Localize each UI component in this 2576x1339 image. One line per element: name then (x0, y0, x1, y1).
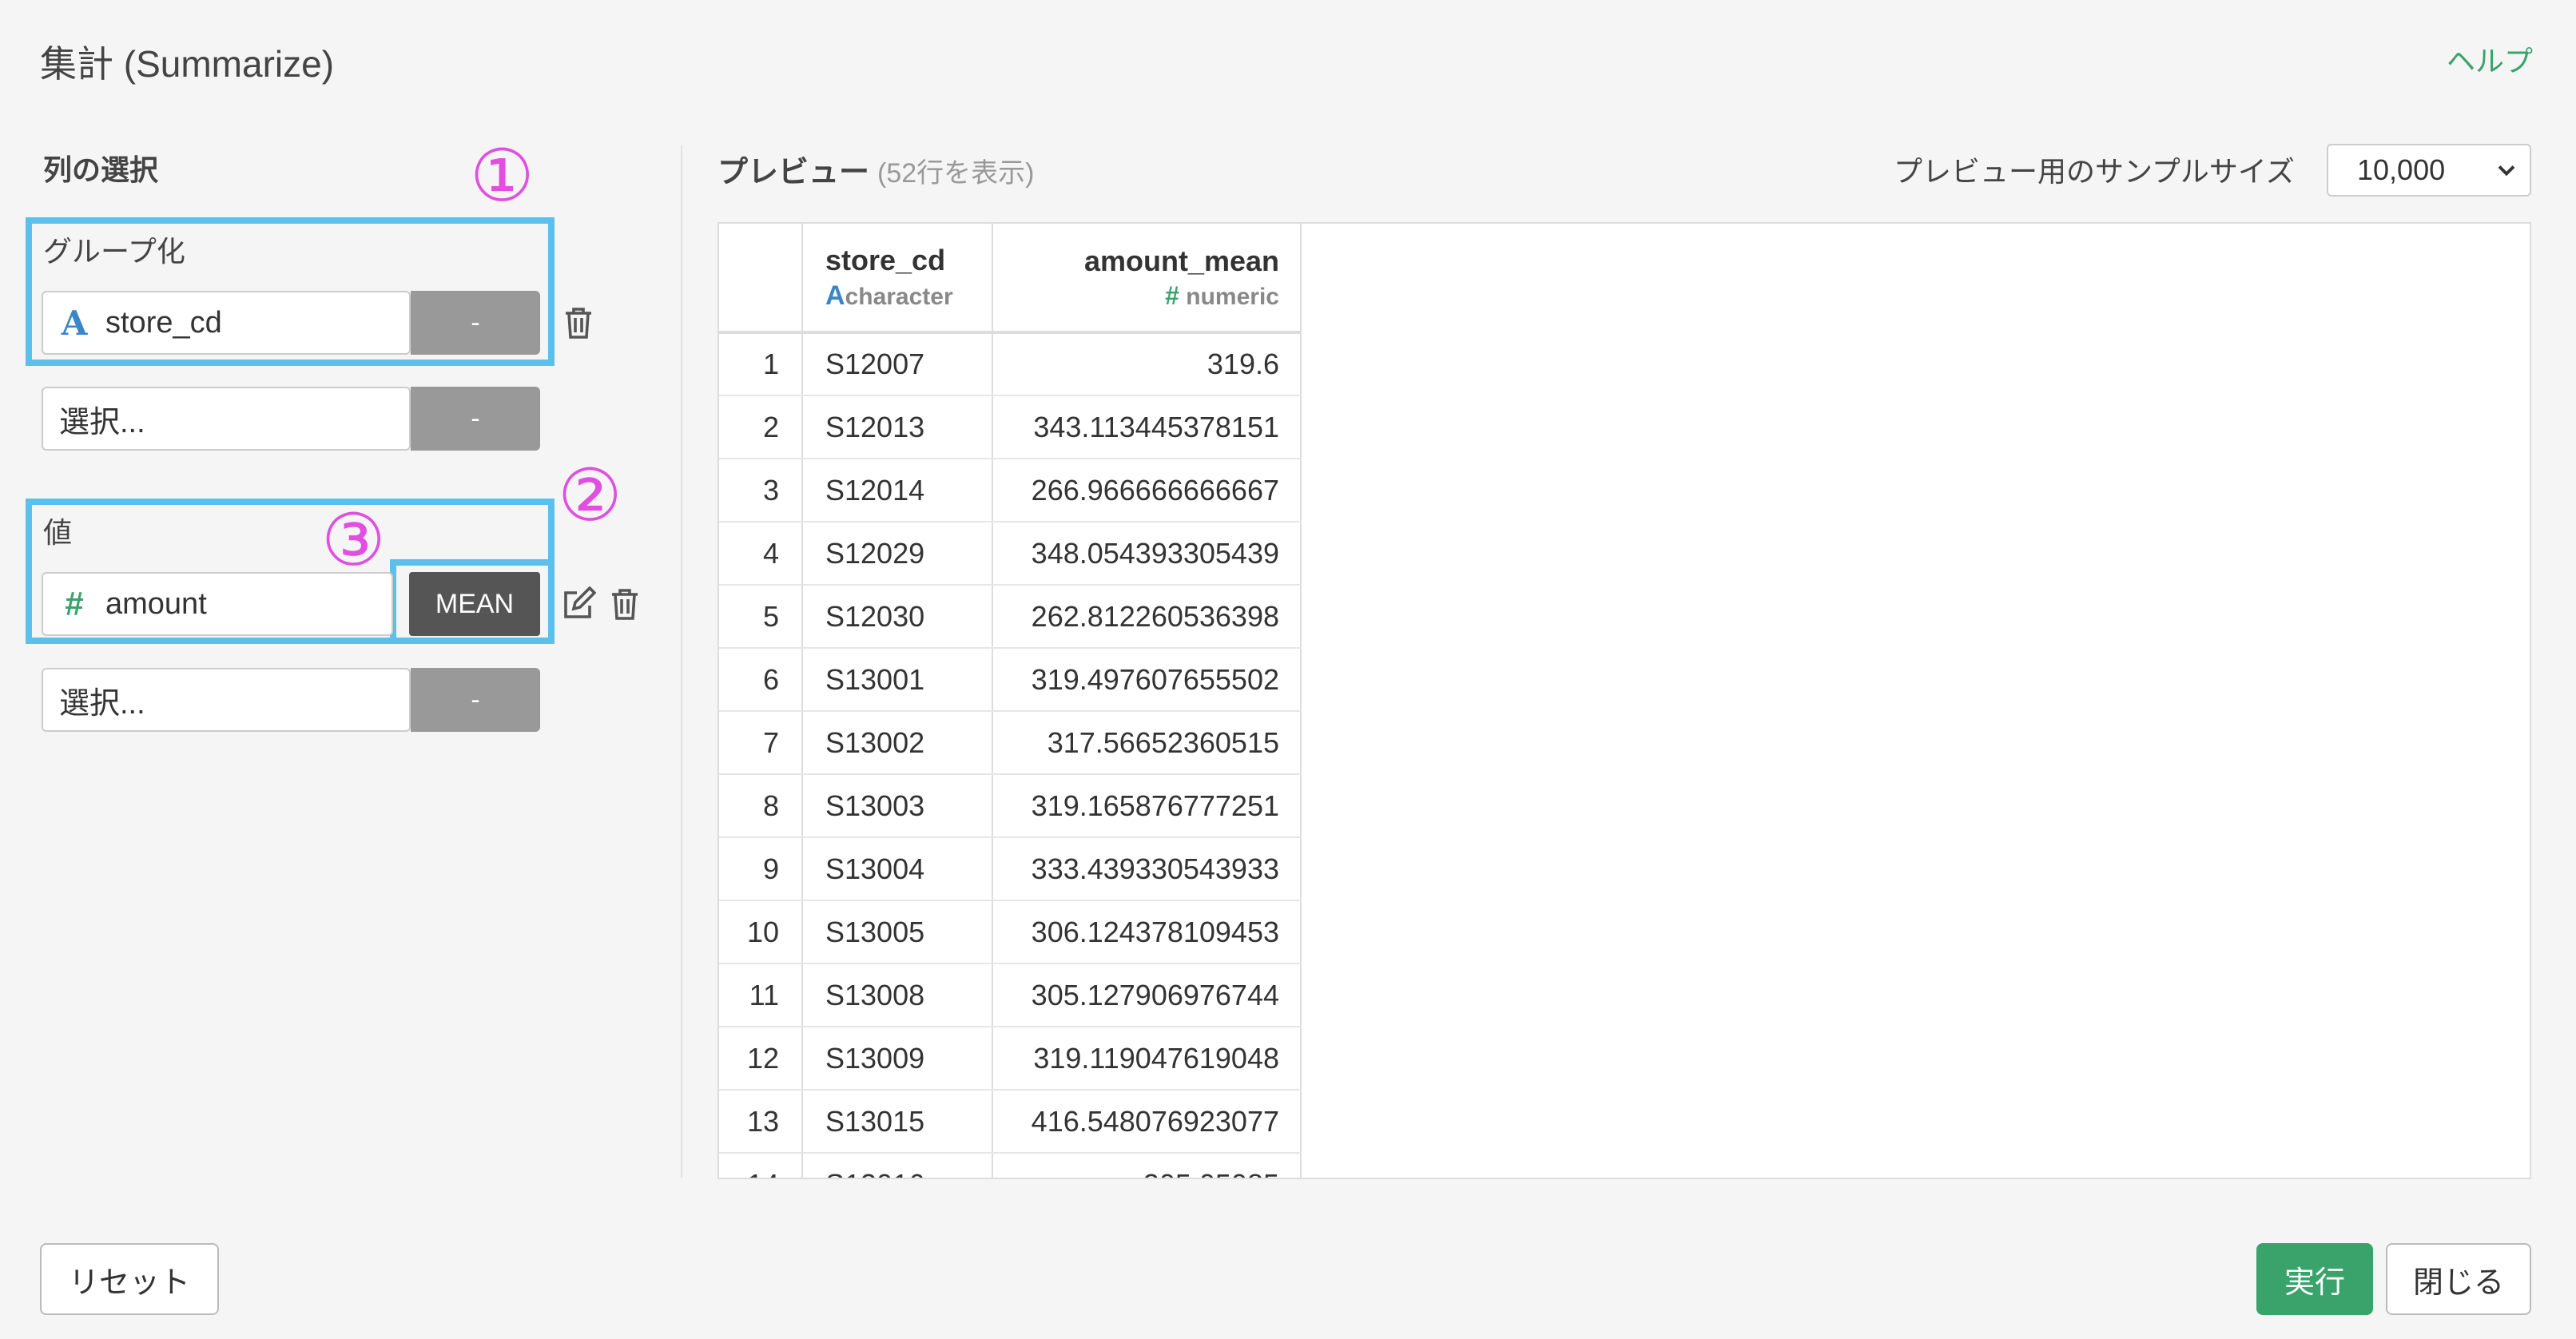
preview-grid: store_cd Acharacter amount_mean # numeri… (718, 222, 2531, 1179)
annotation-1: ① (470, 134, 535, 218)
row-index-cell: 8 (719, 774, 803, 838)
group-select-field[interactable]: 選択... (42, 387, 411, 451)
panel-divider (681, 145, 682, 1178)
numeric-type-icon: # (1165, 280, 1179, 310)
values-empty-agg-button[interactable]: - (411, 668, 540, 732)
column-header-amount-mean[interactable]: amount_mean # numeric (992, 224, 1302, 334)
amount-mean-cell: 306.124378109453 (992, 900, 1302, 964)
group-column-field[interactable]: A store_cd (42, 291, 411, 355)
sample-size-value: 10,000 (2357, 153, 2446, 186)
amount-mean-cell: 317.56652360515 (992, 711, 1302, 775)
group-agg-button[interactable]: - (411, 291, 540, 355)
trash-icon[interactable] (609, 586, 641, 622)
amount-mean-cell: 343.113445378151 (992, 395, 1302, 459)
values-select-placeholder: 選択... (59, 686, 145, 721)
table-row: 13 S13015 416.548076923077 (719, 1090, 1302, 1154)
table-row: 6 S13001 319.497607655502 (719, 648, 1302, 712)
amount-mean-cell: 319.6 (992, 332, 1302, 396)
store-cd-cell: S12014 (802, 459, 993, 522)
row-index-cell: 6 (719, 648, 803, 712)
character-type-icon: A (61, 303, 88, 343)
store-cd-cell: S13002 (802, 711, 993, 775)
sample-size-select[interactable]: 10,000 (2327, 144, 2531, 197)
close-button[interactable]: 閉じる (2386, 1243, 2531, 1315)
column-selection-title: 列の選択 (43, 153, 159, 186)
row-index-cell: 13 (719, 1090, 803, 1154)
reset-button[interactable]: リセット (40, 1243, 219, 1315)
amount-mean-cell: 319.165876777251 (992, 774, 1302, 838)
row-index-cell: 4 (719, 522, 803, 586)
store-cd-cell: S12007 (802, 332, 993, 396)
preview-table: store_cd Acharacter amount_mean # numeri… (719, 224, 1302, 1178)
group-empty-agg-button[interactable]: - (411, 387, 540, 451)
row-index-cell: 14 (719, 1153, 803, 1178)
store-cd-cell: S12030 (802, 585, 993, 649)
character-type-icon: A (825, 280, 845, 311)
help-link[interactable]: ヘルプ (2447, 38, 2533, 80)
table-row: 8 S13003 319.165876777251 (719, 774, 1302, 838)
dialog-title: 集計 (Summarize) (40, 43, 335, 85)
table-row: 5 S12030 262.812260536398 (719, 585, 1302, 649)
store-cd-cell: S13004 (802, 837, 993, 901)
store-cd-cell: S13009 (802, 1027, 993, 1091)
preview-title: プレビュー (52行を表示) (718, 156, 1035, 189)
row-index-cell: 11 (719, 964, 803, 1027)
amount-mean-cell: 305.05085 (992, 1153, 1302, 1178)
table-row: 12 S13009 319.119047619048 (719, 1027, 1302, 1091)
amount-mean-cell: 348.054393305439 (992, 522, 1302, 586)
table-row: 3 S12014 266.966666666667 (719, 459, 1302, 522)
row-index-cell: 1 (719, 332, 803, 396)
row-index-cell: 7 (719, 711, 803, 775)
store-cd-cell: S13008 (802, 964, 993, 1027)
edit-icon[interactable] (561, 586, 596, 622)
mean-agg-button[interactable]: MEAN (409, 572, 540, 636)
table-row: 7 S13002 317.56652360515 (719, 711, 1302, 775)
table-row: 1 S12007 319.6 (719, 332, 1302, 396)
numeric-type-icon: # (65, 585, 84, 622)
group-label: グループ化 (43, 235, 185, 268)
row-index-header (719, 224, 803, 334)
column-header-store-cd[interactable]: store_cd Acharacter (802, 224, 993, 334)
amount-mean-cell: 333.439330543933 (992, 837, 1302, 901)
table-row: 9 S13004 333.439330543933 (719, 837, 1302, 901)
row-index-cell: 12 (719, 1027, 803, 1091)
row-index-cell: 9 (719, 837, 803, 901)
values-column-name: amount (105, 586, 207, 621)
annotation-2: ② (558, 454, 622, 538)
table-row: 14S13016305.05085 (719, 1153, 1302, 1178)
group-select-placeholder: 選択... (59, 405, 145, 439)
table-row: 10 S13005 306.124378109453 (719, 900, 1302, 964)
amount-mean-cell: 416.548076923077 (992, 1090, 1302, 1154)
amount-mean-cell: 305.127906976744 (992, 964, 1302, 1027)
values-column-field[interactable]: # amount (42, 572, 393, 636)
store-cd-cell: S12029 (802, 522, 993, 586)
amount-mean-cell: 266.966666666667 (992, 459, 1302, 522)
store-cd-cell: S13016 (802, 1153, 993, 1178)
table-row: 4 S12029 348.054393305439 (719, 522, 1302, 586)
amount-mean-cell: 319.119047619048 (992, 1027, 1302, 1091)
row-index-cell: 2 (719, 395, 803, 459)
amount-mean-cell: 319.497607655502 (992, 648, 1302, 712)
sample-size-label: プレビュー用のサンプルサイズ (1894, 155, 2295, 188)
values-select-field[interactable]: 選択... (42, 668, 411, 732)
store-cd-cell: S13001 (802, 648, 993, 712)
row-index-cell: 3 (719, 459, 803, 522)
run-button[interactable]: 実行 (2256, 1243, 2373, 1315)
preview-row-count: (52行を表示) (877, 158, 1035, 189)
chevron-down-icon (2498, 165, 2515, 177)
trash-icon[interactable] (563, 305, 594, 340)
store-cd-cell: S12013 (802, 395, 993, 459)
store-cd-cell: S13015 (802, 1090, 993, 1154)
row-index-cell: 5 (719, 585, 803, 649)
group-column-name: store_cd (105, 305, 222, 340)
annotation-3: ③ (321, 499, 386, 582)
row-index-cell: 10 (719, 900, 803, 964)
table-row: 11 S13008 305.127906976744 (719, 964, 1302, 1027)
values-label: 値 (43, 516, 73, 549)
amount-mean-cell: 262.812260536398 (992, 585, 1302, 649)
store-cd-cell: S13005 (802, 900, 993, 964)
table-row: 2 S12013 343.113445378151 (719, 395, 1302, 459)
store-cd-cell: S13003 (802, 774, 993, 838)
